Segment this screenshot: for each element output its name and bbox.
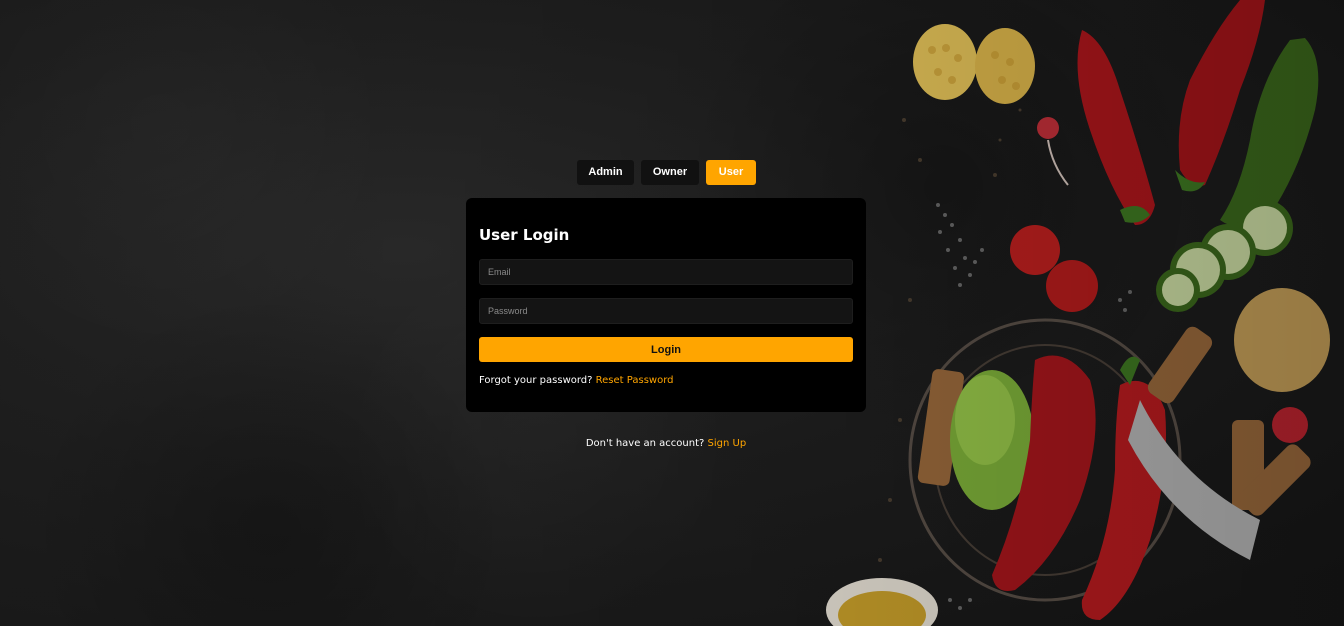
login-button[interactable]: Login xyxy=(479,337,853,362)
role-tab-admin[interactable]: Admin xyxy=(577,160,634,185)
reset-password-link[interactable]: Reset Password xyxy=(596,375,674,386)
password-input[interactable] xyxy=(479,298,853,324)
signup-text: Don't have an account? xyxy=(585,438,705,449)
login-page: Admin Owner User User Login Login Forgot… xyxy=(0,0,1344,626)
email-input[interactable] xyxy=(479,259,853,285)
forgot-password-row: Forgot your password? Reset Password xyxy=(479,375,673,386)
forgot-password-text: Forgot your password? xyxy=(479,375,593,386)
login-card: User Login Login Forgot your password? R… xyxy=(466,198,866,412)
role-tab-owner[interactable]: Owner xyxy=(641,160,699,185)
role-tab-user[interactable]: User xyxy=(706,160,756,185)
role-tabs: Admin Owner User xyxy=(577,160,756,185)
signup-link[interactable]: Sign Up xyxy=(708,438,747,449)
vegetables-background-image xyxy=(826,0,1330,626)
signup-row: Don't have an account? Sign Up xyxy=(0,438,1332,449)
login-title: User Login xyxy=(479,226,570,244)
